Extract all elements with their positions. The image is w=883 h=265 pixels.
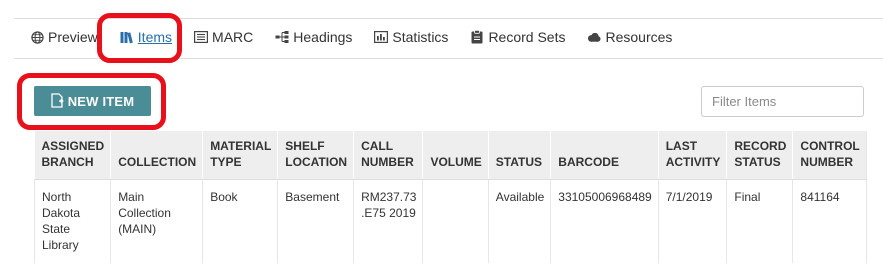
- cell-material-type: Book: [202, 179, 279, 263]
- column-header-material-type[interactable]: MATERIAL TYPE: [202, 131, 279, 180]
- add-file-icon: [51, 93, 65, 109]
- tab-headings-label: Headings: [293, 29, 353, 45]
- tab-statistics[interactable]: Statistics: [374, 29, 448, 45]
- tabs-divider: [14, 58, 883, 59]
- cloud-icon: [587, 30, 602, 44]
- column-header-barcode[interactable]: BARCODE: [550, 131, 659, 180]
- column-header-status[interactable]: STATUS: [488, 131, 552, 180]
- record-tabs: Preview Items MARC Headings Statistics R…: [30, 27, 694, 47]
- column-header-volume[interactable]: VOLUME: [422, 131, 489, 180]
- tab-resources[interactable]: Resources: [587, 29, 672, 45]
- cell-record-status: Final: [726, 179, 794, 263]
- tab-marc[interactable]: MARC: [194, 29, 253, 45]
- cell-call-number: RM237.73 .E75 2019: [353, 179, 424, 263]
- column-header-call-number[interactable]: CALL NUMBER: [353, 131, 424, 180]
- bar-chart-icon: [374, 30, 389, 44]
- top-divider: [14, 18, 883, 19]
- tab-statistics-label: Statistics: [392, 29, 449, 45]
- column-header-record-status[interactable]: RECORD STATUS: [726, 131, 794, 180]
- cell-last-activity: 7/1/2019: [658, 179, 728, 263]
- list-box-icon: [194, 30, 209, 44]
- globe-icon: [30, 30, 44, 44]
- tab-preview-label: Preview: [48, 29, 98, 45]
- cell-barcode: 33105006968489: [550, 179, 659, 263]
- tree-icon: [275, 30, 289, 44]
- tab-preview[interactable]: Preview: [30, 29, 98, 45]
- table-header-row: ASSIGNED BRANCH COLLECTION MATERIAL TYPE S…: [34, 131, 867, 180]
- new-item-label: NEW ITEM: [67, 93, 135, 109]
- tab-headings[interactable]: Headings: [275, 29, 352, 45]
- filter-items-input[interactable]: [701, 86, 864, 117]
- tab-marc-label: MARC: [212, 29, 254, 45]
- cell-volume: [422, 179, 489, 263]
- books-icon: [120, 30, 134, 44]
- column-header-collection[interactable]: COLLECTION: [110, 131, 204, 180]
- column-header-last-activity[interactable]: LAST ACTIVITY: [658, 131, 728, 180]
- new-item-button[interactable]: NEW ITEM: [34, 86, 151, 116]
- column-header-control-number[interactable]: CONTROL NUMBER: [792, 131, 867, 180]
- tab-record-sets-label: Record Sets: [488, 29, 566, 45]
- cell-control-number: 841164: [792, 179, 867, 263]
- cell-assigned-branch: North Dakota State Library: [33, 179, 112, 263]
- table-row[interactable]: North Dakota State Library Main Collection (M…: [33, 179, 867, 263]
- tab-items-label: Items: [137, 29, 173, 45]
- column-header-assigned-branch[interactable]: ASSIGNED BRANCH: [34, 131, 112, 180]
- cell-status: Available: [488, 179, 552, 263]
- items-table: ASSIGNED BRANCH COLLECTION MATERIAL TYPE S…: [33, 131, 867, 263]
- clipboard-icon: [470, 30, 484, 44]
- cell-shelf-location: Basement: [277, 179, 355, 263]
- tab-record-sets[interactable]: Record Sets: [470, 29, 565, 45]
- cell-collection: Main Collection (MAIN): [110, 179, 204, 263]
- tab-resources-label: Resources: [605, 29, 673, 45]
- tab-items[interactable]: Items: [120, 29, 172, 45]
- column-header-shelf-location[interactable]: SHELF LOCATION: [277, 131, 355, 180]
